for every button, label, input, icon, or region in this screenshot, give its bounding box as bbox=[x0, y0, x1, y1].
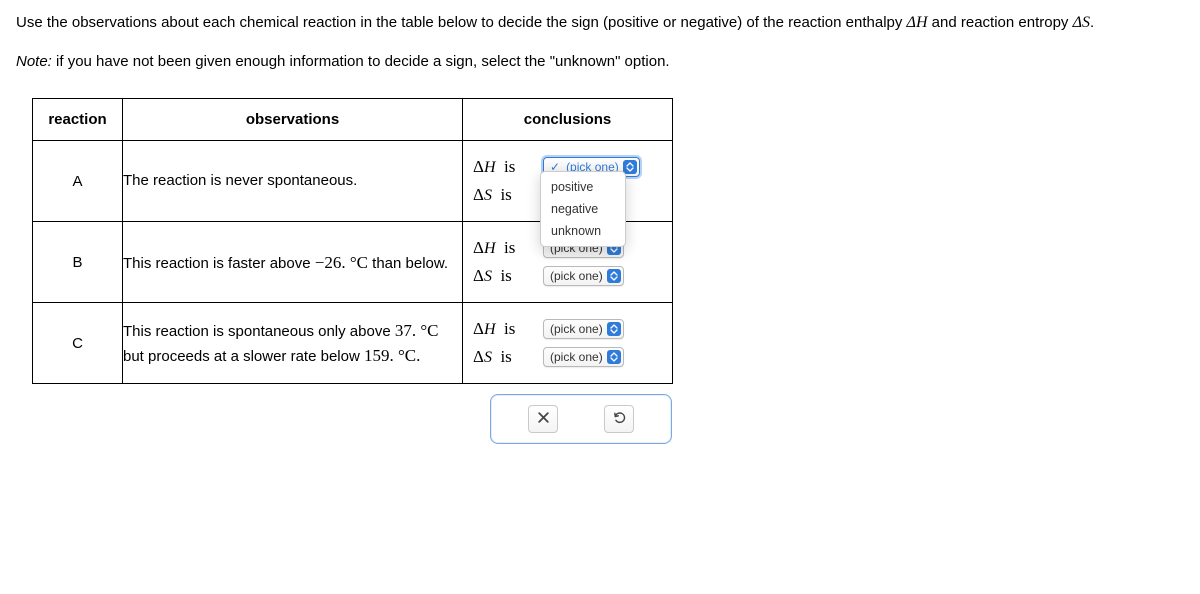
delta-s-label: ΔS is bbox=[473, 266, 533, 286]
table-row: C This reaction is spontaneous only abov… bbox=[33, 303, 673, 384]
reaction-id: B bbox=[33, 222, 123, 303]
dropdown-option-unknown[interactable]: unknown bbox=[541, 220, 625, 242]
answer-box bbox=[490, 394, 672, 444]
reaction-table: reaction observations conclusions A The … bbox=[32, 98, 673, 384]
answer-toolbar bbox=[32, 394, 672, 444]
picker-value: (pick one) bbox=[550, 269, 603, 283]
dropdown-option-negative[interactable]: negative bbox=[541, 198, 625, 220]
delta-h-picker[interactable]: (pick one) bbox=[543, 319, 624, 339]
delta-s-label: ΔS is bbox=[473, 185, 533, 205]
header-conclusions: conclusions bbox=[463, 99, 673, 141]
reaction-id: A bbox=[33, 141, 123, 222]
reset-button[interactable] bbox=[604, 405, 634, 433]
note-text: if you have not been given enough inform… bbox=[52, 53, 670, 70]
undo-icon bbox=[612, 410, 627, 429]
prompt-text: . bbox=[1090, 14, 1094, 31]
note-label: Note: bbox=[16, 53, 52, 70]
delta-s-picker[interactable]: (pick one) bbox=[543, 347, 624, 367]
header-reaction: reaction bbox=[33, 99, 123, 141]
delta-h-label: ΔH is bbox=[473, 319, 533, 339]
header-observations: observations bbox=[123, 99, 463, 141]
prompt-text: Use the observations about each chemical… bbox=[16, 14, 907, 31]
close-icon bbox=[537, 411, 550, 428]
delta-h-label: ΔH is bbox=[473, 238, 533, 258]
dropdown-option-positive[interactable]: positive bbox=[541, 176, 625, 198]
delta-h-label: ΔH is bbox=[473, 157, 533, 177]
delta-s-label: ΔS is bbox=[473, 347, 533, 367]
picker-value: (pick one) bbox=[550, 322, 603, 336]
delta-h-symbol: ΔH bbox=[907, 14, 928, 31]
chevron-updown-icon bbox=[607, 322, 621, 336]
prompt-text: and reaction entropy bbox=[928, 14, 1073, 31]
delta-s-picker[interactable]: (pick one) bbox=[543, 266, 624, 286]
chevron-updown-icon bbox=[607, 269, 621, 283]
observation-cell: The reaction is never spontaneous. bbox=[123, 141, 463, 222]
table-row: A The reaction is never spontaneous. ΔH … bbox=[33, 141, 673, 222]
reaction-id: C bbox=[33, 303, 123, 384]
observation-cell: This reaction is spontaneous only above … bbox=[123, 303, 463, 384]
question-prompt: Use the observations about each chemical… bbox=[16, 8, 1184, 38]
picker-dropdown[interactable]: positive negative unknown bbox=[540, 171, 626, 247]
chevron-updown-icon bbox=[607, 350, 621, 364]
clear-button[interactable] bbox=[528, 405, 558, 433]
note-line: Note: if you have not been given enough … bbox=[16, 50, 1184, 74]
observation-cell: This reaction is faster above −26. °C th… bbox=[123, 222, 463, 303]
picker-value: (pick one) bbox=[550, 350, 603, 364]
delta-s-symbol: ΔS bbox=[1073, 14, 1090, 31]
